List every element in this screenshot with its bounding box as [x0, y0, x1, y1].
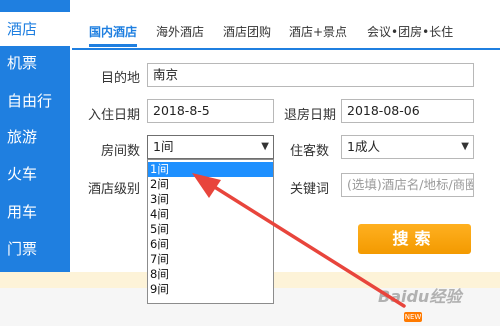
rooms-option-9[interactable]: 9间: [148, 282, 273, 297]
watermark: Baidu经验: [378, 287, 462, 306]
category-sidebar: 酒店 机票 自由行 旅游 火车 用车 门票: [0, 0, 72, 272]
hotel-search-page: 酒店 机票 自由行 旅游 火车 用车 门票 国内酒店 海外酒店 酒店团购 酒店+…: [0, 0, 500, 326]
keyword-input[interactable]: (选填)酒店名/地标/商圈: [341, 173, 474, 197]
checkout-label: 退房日期: [284, 108, 337, 123]
rooms-option-5[interactable]: 5间: [148, 222, 273, 237]
search-button[interactable]: 搜索: [358, 224, 471, 254]
rooms-dropdown-list: 1间 2间 3间 4间 5间 6间 7间 8间 9间: [147, 159, 274, 304]
checkin-label: 入住日期: [88, 108, 141, 123]
rooms-option-8[interactable]: 8间: [148, 267, 273, 282]
sidebar-item-flights[interactable]: 机票: [0, 46, 70, 80]
sidebar-item-tours[interactable]: 旅游: [0, 120, 70, 154]
rooms-option-2[interactable]: 2间: [148, 177, 273, 192]
destination-label: 目的地: [101, 71, 141, 86]
sidebar-item-tickets[interactable]: 门票: [0, 232, 70, 266]
rooms-option-6[interactable]: 6间: [148, 237, 273, 252]
tab-hotel-scenic[interactable]: 酒店+景点: [289, 23, 347, 40]
sidebar-item-free-travel[interactable]: 自由行: [0, 84, 70, 118]
keyword-label: 关键词: [290, 182, 330, 197]
sidebar-item-hotel[interactable]: 酒店: [0, 12, 72, 46]
guests-select[interactable]: 1成人 ▼: [341, 135, 474, 159]
guests-select-value: 1成人: [347, 139, 380, 154]
rooms-option-4[interactable]: 4间: [148, 207, 273, 222]
rooms-select-value: 1间: [153, 139, 174, 154]
tab-domestic-hotel[interactable]: 国内酒店: [89, 23, 138, 47]
sidebar-item-car[interactable]: 用车: [0, 195, 70, 229]
chevron-down-icon: ▼: [461, 141, 469, 152]
checkout-date-input[interactable]: 2018-08-06: [341, 99, 474, 123]
tab-overseas-hotel[interactable]: 海外酒店: [156, 23, 204, 40]
destination-input[interactable]: 南京: [147, 63, 474, 87]
checkin-date-input[interactable]: 2018-8-5: [147, 99, 274, 123]
rooms-option-7[interactable]: 7间: [148, 252, 273, 267]
guests-label: 住客数: [290, 144, 330, 159]
rooms-select[interactable]: 1间 ▼: [147, 135, 274, 159]
sidebar-item-train[interactable]: 火车: [0, 157, 70, 191]
chevron-down-icon: ▼: [261, 141, 269, 152]
rooms-label: 房间数: [101, 144, 141, 159]
rooms-option-1[interactable]: 1间: [148, 162, 273, 177]
new-badge: NEW: [404, 312, 422, 322]
tab-meeting-group-longstay[interactable]: 会议•团房•长住: [367, 23, 453, 40]
hotel-tab-bar: 国内酒店 海外酒店 酒店团购 酒店+景点 会议•团房•长住: [72, 14, 500, 50]
rooms-option-3[interactable]: 3间: [148, 192, 273, 207]
tab-hotel-group-buy[interactable]: 酒店团购: [223, 23, 271, 40]
hotel-level-label: 酒店级别: [88, 182, 141, 197]
